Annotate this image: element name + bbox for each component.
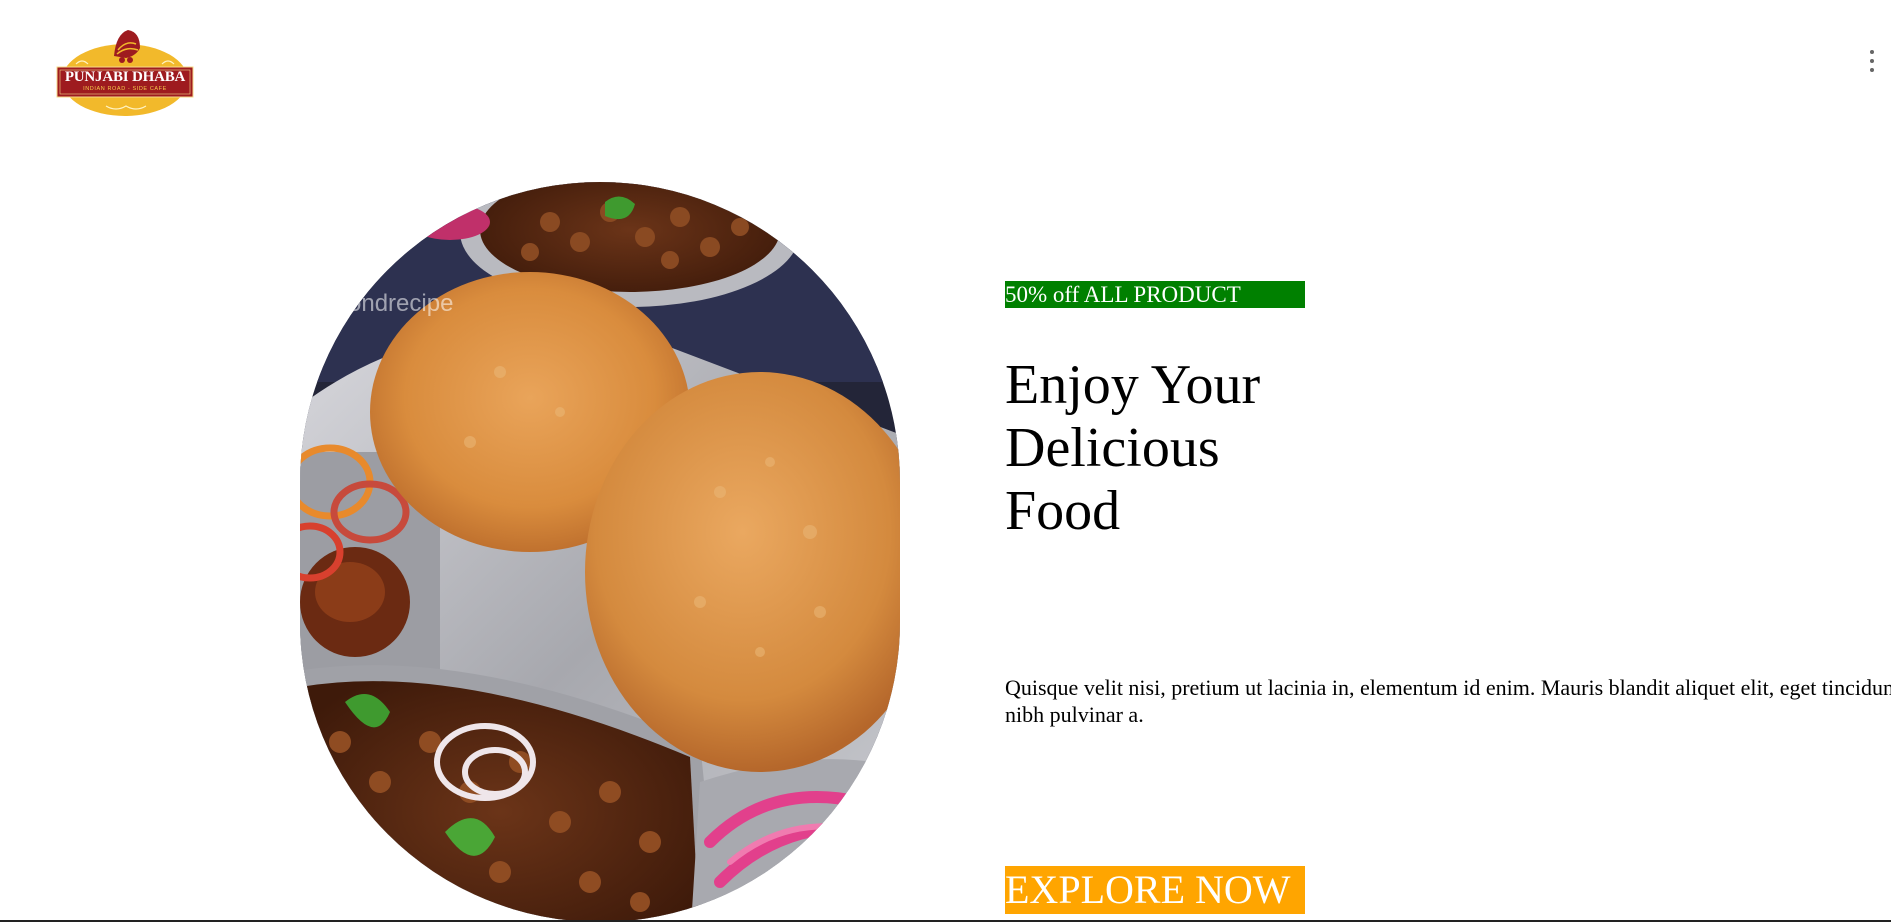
explore-now-button[interactable]: EXPLORE NOW	[1005, 866, 1305, 914]
menu-dot	[1870, 68, 1874, 72]
brand-logo[interactable]: PUNJABI DHABA INDIAN ROAD - SIDE CAFE	[56, 26, 194, 118]
more-options-icon[interactable]	[1866, 50, 1878, 72]
landing-page: PUNJABI DHABA INDIAN ROAD - SIDE CAFE on…	[0, 0, 1891, 922]
logo-brand-name: PUNJABI DHABA	[64, 69, 186, 85]
menu-dot	[1870, 59, 1874, 63]
hero-headline: Enjoy Your Delicious Food	[1005, 354, 1261, 542]
image-watermark: ondrecipe	[348, 290, 454, 317]
hero-description: Quisque velit nisi, pretium ut lacinia i…	[1005, 675, 1891, 727]
hero-food-image: ondrecipe	[300, 182, 900, 922]
promo-badge: 50% off ALL PRODUCT	[1005, 281, 1305, 308]
logo-tagline: INDIAN ROAD - SIDE CAFE	[83, 86, 167, 92]
menu-dot	[1870, 50, 1874, 54]
